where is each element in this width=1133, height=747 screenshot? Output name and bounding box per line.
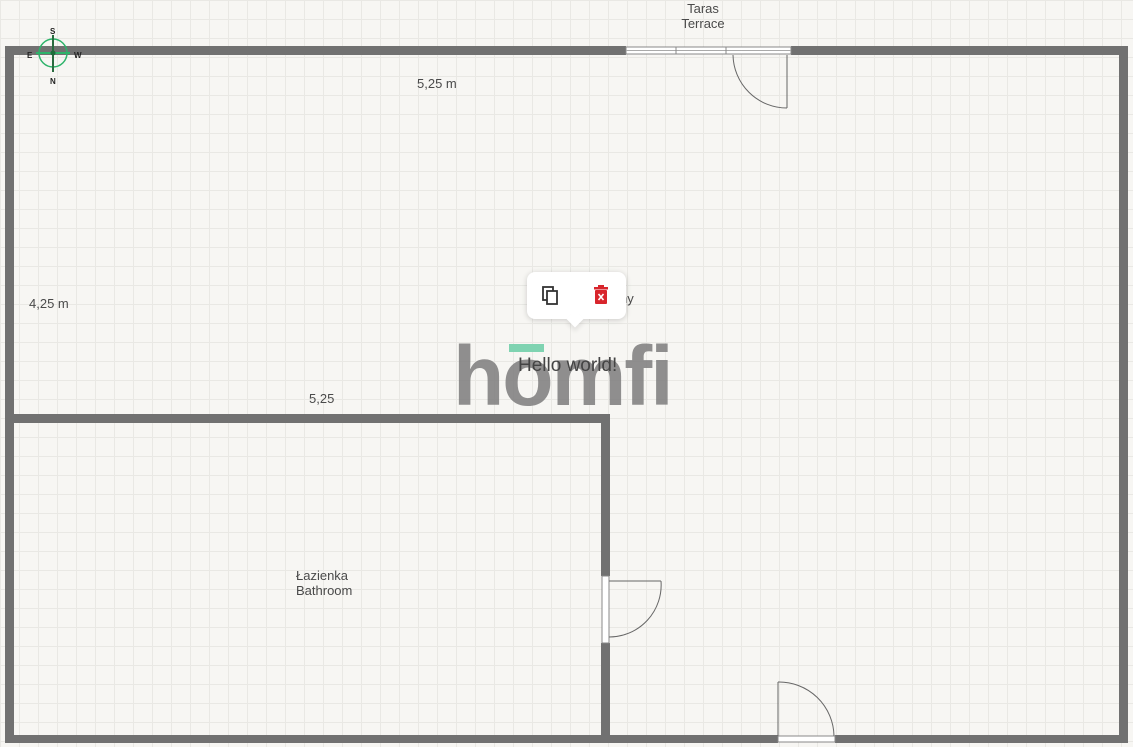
compass-west-label: W [74, 51, 82, 60]
dimension-left-label[interactable]: 4,25 m [29, 296, 69, 311]
wall-partition-vertical-upper[interactable] [601, 414, 610, 576]
wall-top-left[interactable] [5, 46, 626, 55]
compass-north-label: N [50, 77, 56, 86]
wall-top-right[interactable] [791, 46, 1128, 55]
wall-left[interactable] [5, 46, 14, 742]
wall-bottom-left[interactable] [5, 735, 778, 743]
bathroom-label-en: Bathroom [296, 583, 353, 598]
entrance-door[interactable] [777, 681, 836, 743]
compass-icon[interactable] [36, 35, 70, 72]
copy-icon [542, 286, 558, 305]
dimension-top-label[interactable]: 5,25 m [417, 76, 457, 91]
wall-right[interactable] [1119, 46, 1128, 742]
text-object-hello-world[interactable]: Hello world! [518, 355, 617, 377]
terrace-label-en: Terrace [681, 16, 725, 31]
trash-icon [594, 285, 608, 304]
delete-button[interactable] [588, 282, 614, 308]
copy-button[interactable] [538, 282, 564, 308]
wall-bottom-right[interactable] [835, 735, 1128, 743]
terrace-label-pl: Taras [687, 1, 719, 16]
wall-partition-vertical-lower[interactable] [601, 643, 610, 743]
object-context-popup [527, 272, 626, 319]
terrace-label[interactable]: Taras Terrace [672, 1, 734, 31]
dimension-partition-label[interactable]: 5,25 [309, 391, 334, 406]
terrace-door[interactable] [732, 54, 788, 109]
compass-east-label: E [27, 51, 33, 60]
terrace-window[interactable] [625, 46, 792, 55]
compass-south-label: S [50, 27, 56, 36]
bathroom-door[interactable] [601, 575, 662, 644]
bathroom-label-pl: Łazienka [296, 568, 349, 583]
bathroom-label[interactable]: Łazienka Bathroom [296, 568, 352, 598]
